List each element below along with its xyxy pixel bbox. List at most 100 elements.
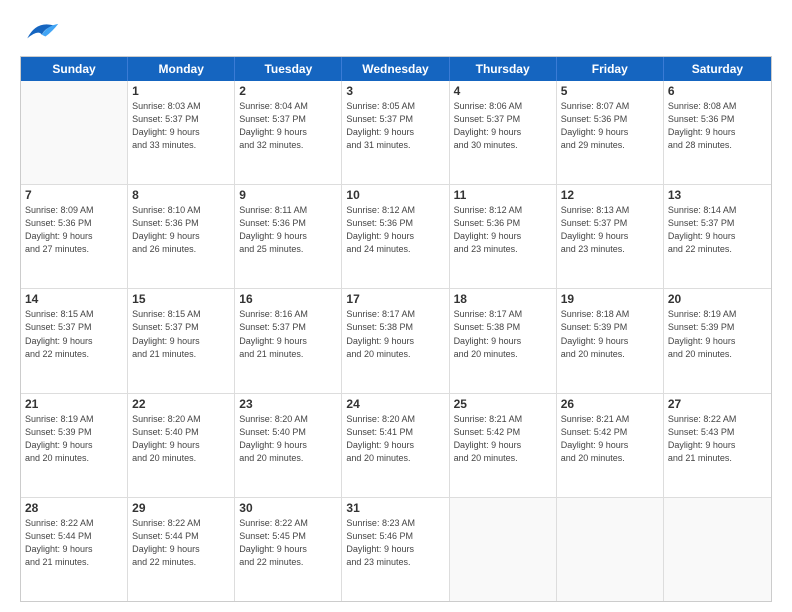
header (20, 18, 772, 46)
cal-cell: 21Sunrise: 8:19 AMSunset: 5:39 PMDayligh… (21, 394, 128, 497)
cell-info-line: and 20 minutes. (561, 348, 659, 361)
cal-cell: 15Sunrise: 8:15 AMSunset: 5:37 PMDayligh… (128, 289, 235, 392)
cell-info-line: and 32 minutes. (239, 139, 337, 152)
day-number: 15 (132, 292, 230, 306)
day-number: 1 (132, 84, 230, 98)
calendar: SundayMondayTuesdayWednesdayThursdayFrid… (20, 56, 772, 602)
cal-cell: 14Sunrise: 8:15 AMSunset: 5:37 PMDayligh… (21, 289, 128, 392)
cell-info-line: Sunrise: 8:20 AM (239, 413, 337, 426)
cal-cell (21, 81, 128, 184)
cell-info-line: Sunrise: 8:22 AM (668, 413, 767, 426)
cell-info-line: Daylight: 9 hours (346, 126, 444, 139)
header-day-sunday: Sunday (21, 57, 128, 81)
cal-cell: 22Sunrise: 8:20 AMSunset: 5:40 PMDayligh… (128, 394, 235, 497)
day-number: 30 (239, 501, 337, 515)
cell-info-line: Daylight: 9 hours (561, 230, 659, 243)
cal-cell: 6 Sunrise: 8:08 AMSunset: 5:36 PMDaylight… (664, 81, 771, 184)
cell-info-line: Sunrise: 8:04 AM (239, 100, 337, 113)
cell-info-line: and 21 minutes. (132, 348, 230, 361)
cell-info-line: Sunset: 5:36 PM (668, 113, 767, 126)
cell-info-line: Sunrise: 8:05 AM (346, 100, 444, 113)
cell-info-line: Sunset: 5:41 PM (346, 426, 444, 439)
cal-cell (557, 498, 664, 601)
header-day-wednesday: Wednesday (342, 57, 449, 81)
cell-info-line: Sunrise: 8:19 AM (668, 308, 767, 321)
day-number: 20 (668, 292, 767, 306)
cell-info-line: Daylight: 9 hours (454, 126, 552, 139)
cell-info-line: Daylight: 9 hours (239, 230, 337, 243)
logo (20, 18, 64, 46)
cal-cell: 18Sunrise: 8:17 AMSunset: 5:38 PMDayligh… (450, 289, 557, 392)
cell-info-line: Daylight: 9 hours (454, 439, 552, 452)
cell-info-line: Daylight: 9 hours (668, 230, 767, 243)
cell-info-line: Sunset: 5:46 PM (346, 530, 444, 543)
cell-info-line: Daylight: 9 hours (239, 126, 337, 139)
day-number: 14 (25, 292, 123, 306)
cal-cell: 3Sunrise: 8:05 AMSunset: 5:37 PMDaylight… (342, 81, 449, 184)
day-number: 24 (346, 397, 444, 411)
cell-info-line: Daylight: 9 hours (668, 126, 767, 139)
cell-info-line: and 22 minutes. (132, 556, 230, 569)
cal-cell: 12Sunrise: 8:13 AMSunset: 5:37 PMDayligh… (557, 185, 664, 288)
cell-info-line: Sunrise: 8:19 AM (25, 413, 123, 426)
cell-info-line: Daylight: 9 hours (561, 126, 659, 139)
cell-info-line: Daylight: 9 hours (25, 335, 123, 348)
cell-info-line: Sunset: 5:42 PM (561, 426, 659, 439)
cal-cell: 4Sunrise: 8:06 AMSunset: 5:37 PMDaylight… (450, 81, 557, 184)
day-number: 25 (454, 397, 552, 411)
header-day-tuesday: Tuesday (235, 57, 342, 81)
cell-info-line: and 27 minutes. (25, 243, 123, 256)
cell-info-line: Daylight: 9 hours (239, 543, 337, 556)
cell-info-line: Daylight: 9 hours (668, 335, 767, 348)
week-row-5: 28Sunrise: 8:22 AMSunset: 5:44 PMDayligh… (21, 498, 771, 601)
cal-cell: 1Sunrise: 8:03 AMSunset: 5:37 PMDaylight… (128, 81, 235, 184)
cell-info-line: Daylight: 9 hours (454, 230, 552, 243)
cal-cell: 30Sunrise: 8:22 AMSunset: 5:45 PMDayligh… (235, 498, 342, 601)
cell-info-line: and 20 minutes. (561, 452, 659, 465)
cell-info-line: and 31 minutes. (346, 139, 444, 152)
cell-info-line: Sunset: 5:37 PM (346, 113, 444, 126)
cal-cell: 31Sunrise: 8:23 AMSunset: 5:46 PMDayligh… (342, 498, 449, 601)
cell-info-line: Sunrise: 8:13 AM (561, 204, 659, 217)
cell-info-line: Sunrise: 8:22 AM (132, 517, 230, 530)
cell-info-line: Daylight: 9 hours (561, 335, 659, 348)
cell-info-line: Sunset: 5:37 PM (454, 113, 552, 126)
cell-info-line: Sunset: 5:36 PM (239, 217, 337, 230)
cell-info-line: Sunrise: 8:10 AM (132, 204, 230, 217)
cell-info-line: Daylight: 9 hours (346, 335, 444, 348)
day-number: 17 (346, 292, 444, 306)
cell-info-line: Sunset: 5:37 PM (132, 113, 230, 126)
cell-info-line: Daylight: 9 hours (668, 439, 767, 452)
cell-info-line: Daylight: 9 hours (239, 335, 337, 348)
cal-cell (664, 498, 771, 601)
cal-cell: 9Sunrise: 8:11 AMSunset: 5:36 PMDaylight… (235, 185, 342, 288)
cell-info-line: Sunrise: 8:20 AM (346, 413, 444, 426)
cell-info-line: and 23 minutes. (346, 556, 444, 569)
cell-info-line: Sunset: 5:44 PM (132, 530, 230, 543)
cell-info-line: Sunrise: 8:22 AM (25, 517, 123, 530)
cell-info-line: Sunset: 5:45 PM (239, 530, 337, 543)
cell-info-line: Sunrise: 8:06 AM (454, 100, 552, 113)
cell-info-line: Sunset: 5:44 PM (25, 530, 123, 543)
cal-cell: 10Sunrise: 8:12 AMSunset: 5:36 PMDayligh… (342, 185, 449, 288)
cell-info-line: Sunrise: 8:12 AM (454, 204, 552, 217)
cell-info-line: Sunset: 5:36 PM (346, 217, 444, 230)
day-number: 23 (239, 397, 337, 411)
cell-info-line: Sunrise: 8:08 AM (668, 100, 767, 113)
cell-info-line: Daylight: 9 hours (25, 230, 123, 243)
cell-info-line: Daylight: 9 hours (346, 543, 444, 556)
day-number: 16 (239, 292, 337, 306)
cal-cell: 7Sunrise: 8:09 AMSunset: 5:36 PMDaylight… (21, 185, 128, 288)
day-number: 7 (25, 188, 123, 202)
cell-info-line: Daylight: 9 hours (132, 230, 230, 243)
cal-cell: 26Sunrise: 8:21 AMSunset: 5:42 PMDayligh… (557, 394, 664, 497)
cell-info-line: and 20 minutes. (346, 348, 444, 361)
day-number: 22 (132, 397, 230, 411)
cell-info-line: Sunset: 5:40 PM (132, 426, 230, 439)
cal-cell: 11Sunrise: 8:12 AMSunset: 5:36 PMDayligh… (450, 185, 557, 288)
cell-info-line: Sunrise: 8:23 AM (346, 517, 444, 530)
day-number: 6 (668, 84, 767, 98)
cell-info-line: Sunrise: 8:18 AM (561, 308, 659, 321)
cell-info-line: Sunset: 5:37 PM (239, 321, 337, 334)
cell-info-line: Daylight: 9 hours (132, 543, 230, 556)
